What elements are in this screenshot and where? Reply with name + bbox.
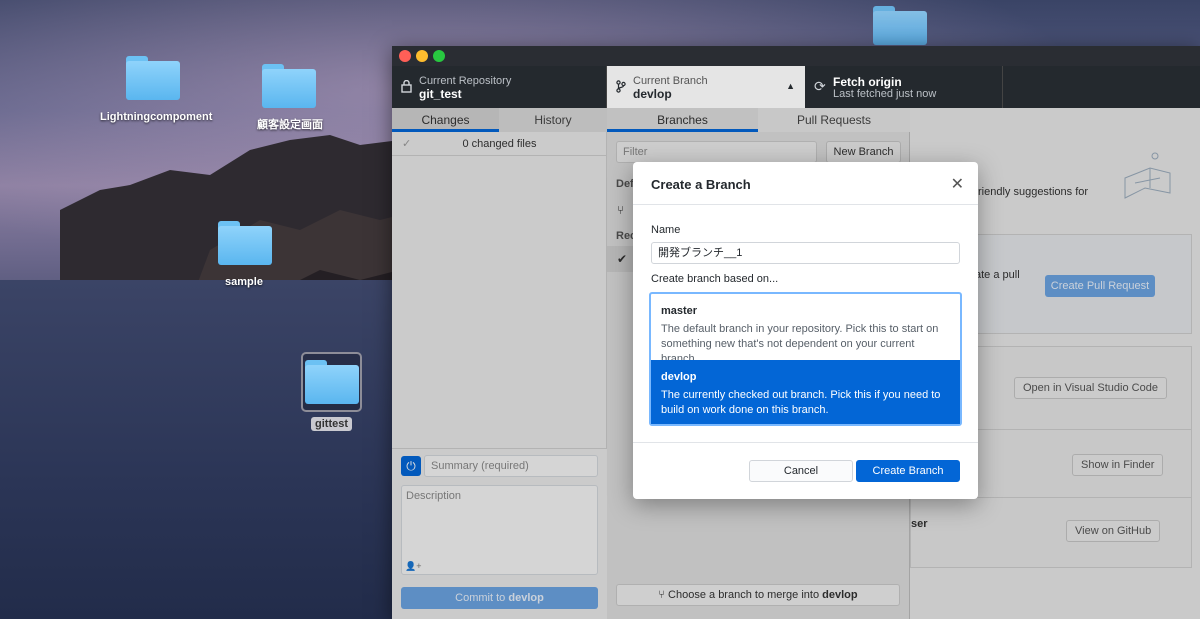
cancel-button[interactable]: Cancel	[749, 460, 853, 482]
desktop-sea	[0, 280, 400, 619]
create-branch-dialog: Create a Branch ✕ Name 開発ブランチ__1 Create …	[633, 162, 978, 499]
repo-name: git_test	[419, 87, 462, 101]
folder-label: Lightningcompoment	[100, 111, 213, 123]
create-branch-button[interactable]: Create Branch	[856, 460, 960, 482]
folder-icon[interactable]	[126, 56, 180, 100]
folder-label: 顧客設定画面	[257, 119, 323, 131]
folder-label: sample	[225, 276, 263, 288]
folder-icon[interactable]	[218, 221, 272, 265]
close-icon[interactable]: ✕	[951, 174, 964, 194]
branch-option-master[interactable]: master The default branch in your reposi…	[651, 294, 960, 365]
zoom-window-button[interactable]	[433, 50, 445, 62]
sync-icon: ⟳	[814, 78, 826, 94]
folder-icon[interactable]	[262, 64, 316, 108]
based-on-label: Create branch based on...	[651, 273, 779, 285]
folder-label: gittest	[311, 417, 352, 431]
folder-icon[interactable]	[873, 6, 927, 50]
close-window-button[interactable]	[399, 50, 411, 62]
fetch-origin-button[interactable]: ⟳ Fetch origin Last fetched just now	[805, 66, 1003, 108]
toolbar: Current Repository git_test Current Bran…	[392, 66, 1200, 108]
branch-name-input[interactable]: 開発ブランチ__1	[651, 242, 960, 264]
divider	[633, 204, 978, 205]
base-branch-list: master The default branch in your reposi…	[649, 292, 962, 426]
branch-caption: Current Branch	[633, 75, 708, 87]
name-label: Name	[651, 224, 681, 236]
option-name: master	[661, 305, 698, 317]
current-branch-selector[interactable]: Current Branch devlop ▲	[607, 66, 805, 108]
repo-caption: Current Repository	[419, 75, 512, 87]
fetch-status: Last fetched just now	[833, 88, 937, 100]
title-bar	[392, 46, 1200, 66]
caret-up-icon: ▲	[786, 81, 795, 91]
option-name: devlop	[661, 371, 697, 383]
branch-option-devlop[interactable]: devlop The currently checked out branch.…	[651, 360, 960, 424]
current-repository-selector[interactable]: Current Repository git_test	[392, 66, 607, 108]
branch-icon	[616, 80, 626, 96]
minimize-window-button[interactable]	[416, 50, 428, 62]
fetch-title: Fetch origin	[833, 75, 902, 89]
branch-name: devlop	[633, 87, 672, 101]
lock-icon	[401, 79, 412, 96]
divider	[633, 442, 978, 443]
dialog-title: Create a Branch	[651, 177, 751, 192]
option-description: The currently checked out branch. Pick t…	[661, 389, 941, 416]
folder-icon[interactable]	[305, 360, 359, 404]
